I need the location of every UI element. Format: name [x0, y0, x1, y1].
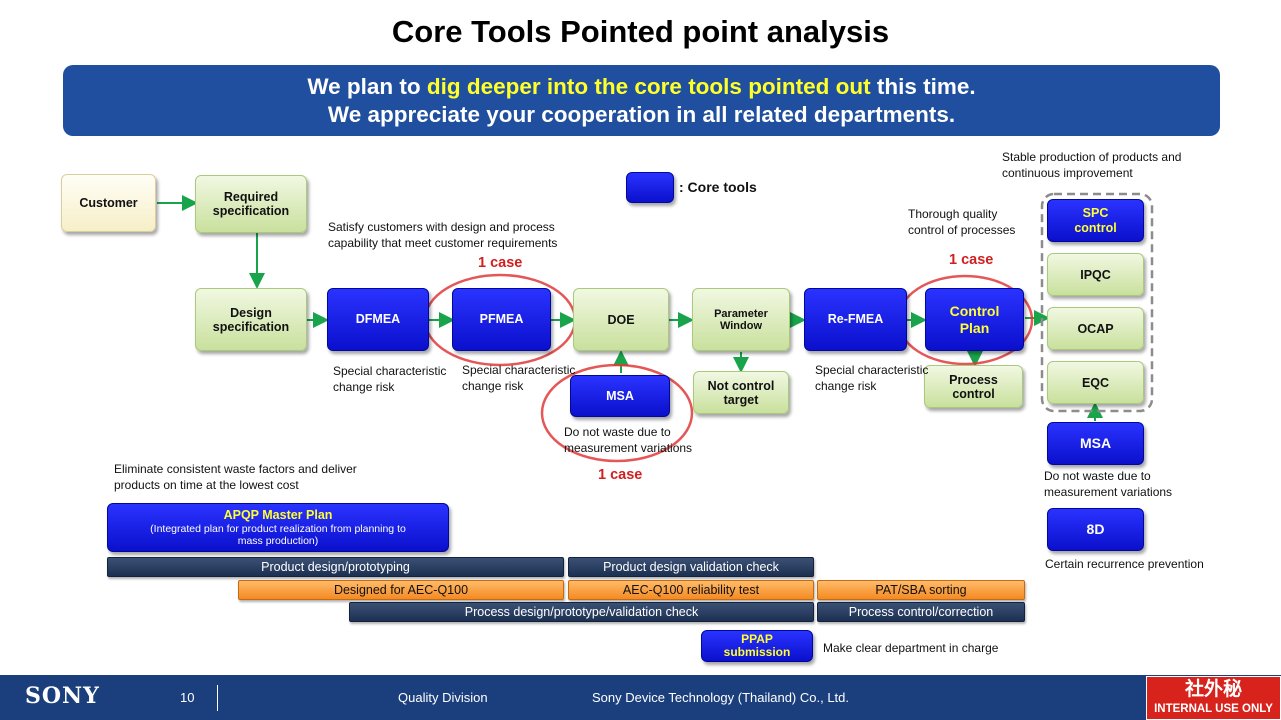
note-department: Make clear department in charge [823, 641, 999, 655]
msa-box-right: MSA [1047, 422, 1144, 465]
case-label-msa: 1 case [598, 467, 643, 483]
footer-company: Sony Device Technology (Thailand) Co., L… [592, 690, 850, 705]
bar-product-design: Product design/prototyping [107, 557, 564, 577]
bar-pat-sba: PAT/SBA sorting [817, 580, 1025, 600]
note-waste-right: Do not waste due to measurement variatio… [1044, 469, 1173, 499]
spc-control-box: SPC control [1047, 199, 1144, 242]
eqc-box: EQC [1047, 361, 1144, 404]
sony-logo: SONY [25, 683, 100, 709]
badge-text: INTERNAL USE ONLY [1154, 703, 1273, 715]
apqp-title: APQP Master Plan [223, 508, 333, 522]
design-spec-box: Design specification [195, 288, 307, 351]
required-spec-box: Required specification [195, 175, 307, 233]
footer-division: Quality Division [398, 690, 488, 705]
refmea-box: Re-FMEA [804, 288, 907, 351]
dfmea-box: DFMEA [327, 288, 429, 351]
internal-use-badge: 社外秘 INTERNAL USE ONLY [1146, 676, 1281, 720]
banner-line-2: We appreciate your cooperation in all re… [327, 102, 956, 127]
page-title: Core Tools Pointed point analysis [391, 14, 890, 49]
note-special-dfmea: Special characteristic change risk [333, 364, 447, 394]
bar-aec-test: AEC-Q100 reliability test [568, 580, 814, 600]
banner-highlight: dig deeper into the core tools pointed o… [426, 74, 871, 99]
ocap-box: OCAP [1047, 307, 1144, 350]
message-banner: We plan to dig deeper into the core tool… [63, 65, 1220, 136]
8d-box: 8D [1047, 508, 1144, 551]
customer-box: Customer [61, 174, 156, 232]
case-label-control-plan: 1 case [949, 252, 994, 268]
bar-product-validation: Product design validation check [568, 557, 814, 577]
footer-divider [217, 685, 218, 711]
note-stable: Stable production of products and contin… [1002, 150, 1182, 180]
doe-box: DOE [573, 288, 669, 351]
badge-kanji: 社外秘 [1184, 679, 1242, 700]
apqp-subtitle: (Integrated plan for product realization… [150, 523, 406, 547]
ipqc-box: IPQC [1047, 253, 1144, 296]
bar-process-design: Process design/prototype/validation chec… [349, 602, 814, 622]
page-number: 10 [180, 690, 195, 705]
note-special-refmea: Special characteristic change risk [815, 363, 929, 393]
ppap-box: PPAP submission [701, 630, 813, 662]
note-waste-mid: Do not waste due to measurement variatio… [564, 425, 693, 455]
bar-designed-aec: Designed for AEC-Q100 [238, 580, 564, 600]
pfmea-box: PFMEA [452, 288, 551, 351]
case-label-pfmea: 1 case [478, 255, 523, 271]
note-special-pfmea: Special characteristic change risk [462, 363, 576, 393]
control-plan-box: Control Plan [925, 288, 1024, 351]
parameter-window-box: Parameter Window [692, 288, 790, 351]
note-thorough: Thorough quality control of processes [908, 207, 1016, 237]
apqp-master-plan-box: APQP Master Plan (Integrated plan for pr… [107, 503, 449, 552]
legend-core-tool-swatch [626, 172, 674, 203]
bar-process-control: Process control/correction [817, 602, 1025, 622]
not-control-target-box: Not control target [693, 371, 789, 414]
note-satisfy: Satisfy customers with design and proces… [328, 220, 558, 250]
legend-label: : Core tools [679, 179, 757, 195]
note-recurrence: Certain recurrence prevention [1045, 557, 1204, 571]
banner-text-post: this time. [870, 74, 976, 99]
banner-line-1: We plan to dig deeper into the core tool… [63, 73, 1220, 101]
banner-text-pre: We plan to [307, 74, 427, 99]
note-eliminate: Eliminate consistent waste factors and d… [114, 462, 357, 492]
